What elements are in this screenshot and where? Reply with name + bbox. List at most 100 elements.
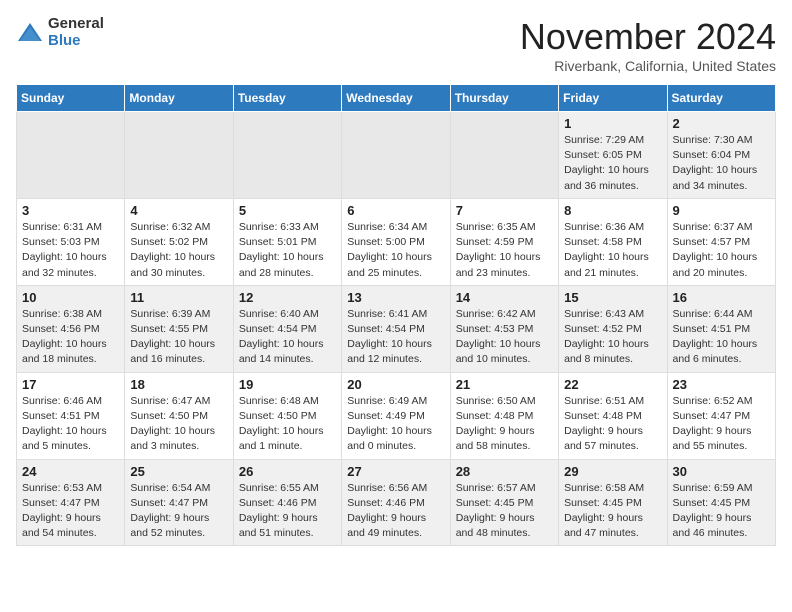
calendar-day-cell: 7Sunrise: 6:35 AMSunset: 4:59 PMDaylight… (450, 198, 558, 285)
day-info: Sunrise: 6:57 AMSunset: 4:45 PMDaylight:… (456, 481, 553, 542)
weekday-header: Friday (559, 85, 667, 112)
day-number: 21 (456, 377, 553, 392)
location-text: Riverbank, California, United States (520, 58, 776, 74)
weekday-header: Monday (125, 85, 233, 112)
logo-icon (16, 19, 44, 47)
day-number: 12 (239, 290, 336, 305)
logo: General Blue (16, 16, 104, 49)
day-info: Sunrise: 7:30 AMSunset: 6:04 PMDaylight:… (673, 133, 770, 194)
day-info: Sunrise: 6:52 AMSunset: 4:47 PMDaylight:… (673, 394, 770, 455)
weekday-header: Wednesday (342, 85, 450, 112)
day-info: Sunrise: 6:59 AMSunset: 4:45 PMDaylight:… (673, 481, 770, 542)
day-info: Sunrise: 7:29 AMSunset: 6:05 PMDaylight:… (564, 133, 661, 194)
day-info: Sunrise: 6:58 AMSunset: 4:45 PMDaylight:… (564, 481, 661, 542)
day-number: 8 (564, 203, 661, 218)
weekday-header: Tuesday (233, 85, 341, 112)
calendar-day-cell: 27 Sunrise: 6:56 AMSunset: 4:46 PMDayligh… (342, 459, 450, 546)
day-info: Sunrise: 6:40 AMSunset: 4:54 PMDaylight:… (239, 307, 336, 368)
calendar-day-cell: 3Sunrise: 6:31 AMSunset: 5:03 PMDaylight… (17, 198, 125, 285)
day-number: 17 (22, 377, 119, 392)
calendar-day-cell (17, 112, 125, 199)
day-info: Sunrise: 6:44 AMSunset: 4:51 PMDaylight:… (673, 307, 770, 368)
day-number: 24 (22, 464, 119, 479)
day-number: 4 (130, 203, 227, 218)
logo-blue-text: Blue (48, 33, 104, 50)
day-number: 26 (239, 464, 336, 479)
day-number: 5 (239, 203, 336, 218)
day-number: 16 (673, 290, 770, 305)
calendar-day-cell: 5Sunrise: 6:33 AMSunset: 5:01 PMDaylight… (233, 198, 341, 285)
day-number: 6 (347, 203, 444, 218)
logo-general-text: General (48, 16, 104, 33)
calendar-day-cell (450, 112, 558, 199)
day-info: Sunrise: 6:42 AMSunset: 4:53 PMDaylight:… (456, 307, 553, 368)
day-info: Sunrise: 6:35 AMSunset: 4:59 PMDaylight:… (456, 220, 553, 281)
day-number: 27 (347, 464, 444, 479)
calendar-week-row: 17 Sunrise: 6:46 AMSunset: 4:51 PMDayligh… (17, 372, 776, 459)
calendar-table: SundayMondayTuesdayWednesdayThursdayFrid… (16, 84, 776, 546)
page-header: General Blue November 2024 Riverbank, Ca… (16, 16, 776, 74)
calendar-day-cell: 11Sunrise: 6:39 AMSunset: 4:55 PMDayligh… (125, 285, 233, 372)
calendar-day-cell: 8 Sunrise: 6:36 AMSunset: 4:58 PMDaylight… (559, 198, 667, 285)
day-number: 2 (673, 116, 770, 131)
calendar-day-cell: 15 Sunrise: 6:43 AMSunset: 4:52 PMDayligh… (559, 285, 667, 372)
day-info: Sunrise: 6:53 AMSunset: 4:47 PMDaylight:… (22, 481, 119, 542)
day-number: 25 (130, 464, 227, 479)
month-title: November 2024 (520, 16, 776, 58)
day-info: Sunrise: 6:38 AMSunset: 4:56 PMDaylight:… (22, 307, 119, 368)
calendar-day-cell: 4 Sunrise: 6:32 AMSunset: 5:02 PMDaylight… (125, 198, 233, 285)
calendar-day-cell: 20Sunrise: 6:49 AMSunset: 4:49 PMDayligh… (342, 372, 450, 459)
calendar-day-cell: 10Sunrise: 6:38 AMSunset: 4:56 PMDayligh… (17, 285, 125, 372)
day-info: Sunrise: 6:34 AMSunset: 5:00 PMDaylight:… (347, 220, 444, 281)
day-info: Sunrise: 6:32 AMSunset: 5:02 PMDaylight:… (130, 220, 227, 281)
day-number: 29 (564, 464, 661, 479)
day-info: Sunrise: 6:46 AMSunset: 4:51 PMDaylight:… (22, 394, 119, 455)
day-info: Sunrise: 6:41 AMSunset: 4:54 PMDaylight:… (347, 307, 444, 368)
weekday-header: Saturday (667, 85, 775, 112)
calendar-day-cell: 30 Sunrise: 6:59 AMSunset: 4:45 PMDayligh… (667, 459, 775, 546)
calendar-day-cell: 13Sunrise: 6:41 AMSunset: 4:54 PMDayligh… (342, 285, 450, 372)
day-info: Sunrise: 6:39 AMSunset: 4:55 PMDaylight:… (130, 307, 227, 368)
day-number: 14 (456, 290, 553, 305)
calendar-day-cell (125, 112, 233, 199)
calendar-day-cell: 14 Sunrise: 6:42 AMSunset: 4:53 PMDayligh… (450, 285, 558, 372)
day-info: Sunrise: 6:51 AMSunset: 4:48 PMDaylight:… (564, 394, 661, 455)
calendar-day-cell: 16 Sunrise: 6:44 AMSunset: 4:51 PMDayligh… (667, 285, 775, 372)
day-info: Sunrise: 6:36 AMSunset: 4:58 PMDaylight:… (564, 220, 661, 281)
day-number: 30 (673, 464, 770, 479)
day-info: Sunrise: 6:54 AMSunset: 4:47 PMDaylight:… (130, 481, 227, 542)
day-number: 15 (564, 290, 661, 305)
calendar-week-row: 3Sunrise: 6:31 AMSunset: 5:03 PMDaylight… (17, 198, 776, 285)
calendar-header-row: SundayMondayTuesdayWednesdayThursdayFrid… (17, 85, 776, 112)
weekday-header: Sunday (17, 85, 125, 112)
day-info: Sunrise: 6:50 AMSunset: 4:48 PMDaylight:… (456, 394, 553, 455)
calendar-day-cell: 21 Sunrise: 6:50 AMSunset: 4:48 PMDayligh… (450, 372, 558, 459)
calendar-day-cell: 28 Sunrise: 6:57 AMSunset: 4:45 PMDayligh… (450, 459, 558, 546)
day-info: Sunrise: 6:37 AMSunset: 4:57 PMDaylight:… (673, 220, 770, 281)
day-number: 18 (130, 377, 227, 392)
calendar-week-row: 1Sunrise: 7:29 AMSunset: 6:05 PMDaylight… (17, 112, 776, 199)
day-number: 23 (673, 377, 770, 392)
day-number: 9 (673, 203, 770, 218)
calendar-week-row: 10Sunrise: 6:38 AMSunset: 4:56 PMDayligh… (17, 285, 776, 372)
calendar-day-cell: 22Sunrise: 6:51 AMSunset: 4:48 PMDayligh… (559, 372, 667, 459)
calendar-day-cell (342, 112, 450, 199)
calendar-day-cell: 29 Sunrise: 6:58 AMSunset: 4:45 PMDayligh… (559, 459, 667, 546)
calendar-week-row: 24 Sunrise: 6:53 AMSunset: 4:47 PMDayligh… (17, 459, 776, 546)
calendar-day-cell: 25 Sunrise: 6:54 AMSunset: 4:47 PMDayligh… (125, 459, 233, 546)
weekday-header: Thursday (450, 85, 558, 112)
day-info: Sunrise: 6:56 AMSunset: 4:46 PMDaylight:… (347, 481, 444, 542)
day-info: Sunrise: 6:31 AMSunset: 5:03 PMDaylight:… (22, 220, 119, 281)
calendar-day-cell: 17 Sunrise: 6:46 AMSunset: 4:51 PMDayligh… (17, 372, 125, 459)
calendar-day-cell: 12 Sunrise: 6:40 AMSunset: 4:54 PMDayligh… (233, 285, 341, 372)
calendar-day-cell: 23 Sunrise: 6:52 AMSunset: 4:47 PMDayligh… (667, 372, 775, 459)
day-info: Sunrise: 6:49 AMSunset: 4:49 PMDaylight:… (347, 394, 444, 455)
day-info: Sunrise: 6:47 AMSunset: 4:50 PMDaylight:… (130, 394, 227, 455)
calendar-day-cell: 2 Sunrise: 7:30 AMSunset: 6:04 PMDaylight… (667, 112, 775, 199)
day-info: Sunrise: 6:55 AMSunset: 4:46 PMDaylight:… (239, 481, 336, 542)
calendar-day-cell: 26 Sunrise: 6:55 AMSunset: 4:46 PMDayligh… (233, 459, 341, 546)
day-number: 28 (456, 464, 553, 479)
calendar-day-cell: 9 Sunrise: 6:37 AMSunset: 4:57 PMDaylight… (667, 198, 775, 285)
calendar-day-cell: 18 Sunrise: 6:47 AMSunset: 4:50 PMDayligh… (125, 372, 233, 459)
day-info: Sunrise: 6:43 AMSunset: 4:52 PMDaylight:… (564, 307, 661, 368)
